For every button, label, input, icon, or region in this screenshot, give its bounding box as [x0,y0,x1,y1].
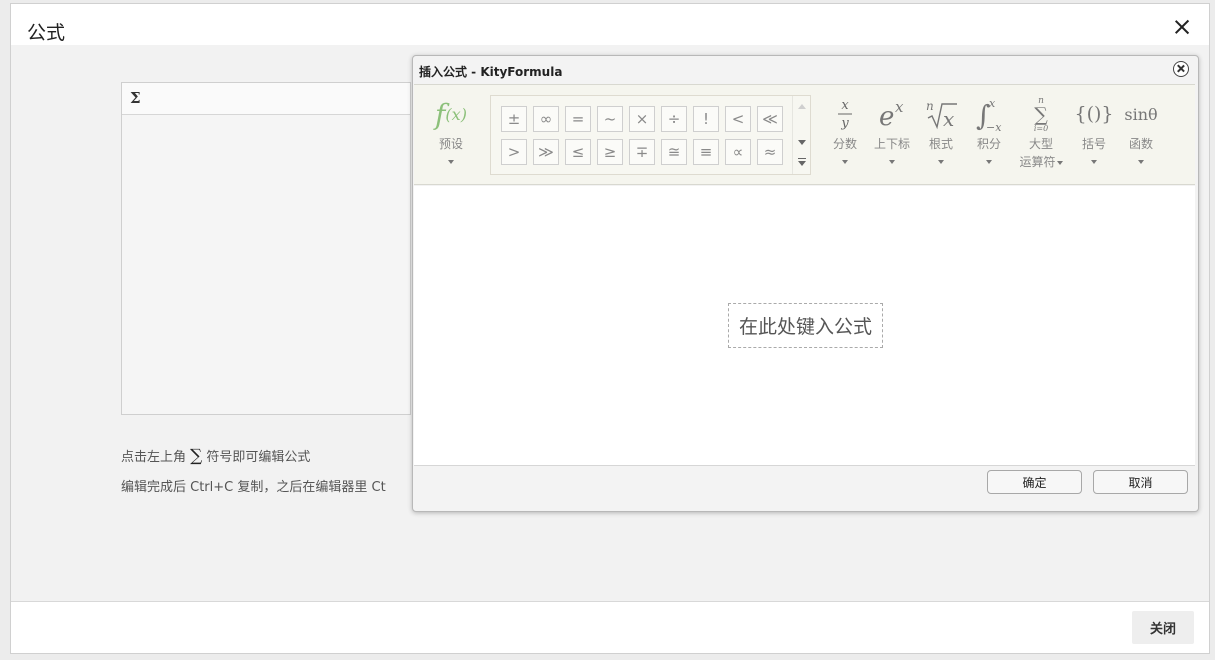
formula-placeholder[interactable]: 在此处键入公式 [728,303,883,348]
svg-text:−x: −x [986,121,1002,133]
chevron-down-icon [889,160,895,164]
popup-titlebar[interactable]: 插入公式 - KityFormula [413,56,1198,84]
scroll-up-icon[interactable] [798,104,806,109]
symbol-panel: ± ∞ = ~ × ÷ ! < ≪ > ≫ ≤ ≥ ∓ ≅ ≡ [490,95,811,175]
sum-icon: n ∑ i=0 [1016,95,1066,133]
symbol-button[interactable]: ! [693,106,719,132]
fraction-icon: x y [825,95,865,133]
dialog-footer: 关闭 [11,601,1209,653]
formula-editor-box[interactable]: Σ [121,82,411,415]
symbol-button[interactable]: ≫ [533,139,559,165]
fraction-tool[interactable]: x y 分数 [825,85,865,185]
symbol-button[interactable]: ~ [597,106,623,132]
bracket-label: 括号 [1074,135,1114,152]
svg-text:i=0: i=0 [1034,124,1048,133]
integral-tool[interactable]: ∫ x −x 积分 [969,85,1009,185]
close-button[interactable]: 关闭 [1132,611,1194,644]
hint-text-before: 点击左上角 [121,450,190,465]
symbol-button[interactable]: ± [501,106,527,132]
hint-line-1: 点击左上角 ∑ 符号即可编辑公式 [121,446,310,466]
svg-text:∑: ∑ [1034,104,1048,126]
large-operator-label-2: 运算符 [1016,153,1066,170]
script-label: 上下标 [870,135,914,152]
svg-text:y: y [840,116,849,131]
function-icon: sinθ [1119,95,1163,133]
symbol-button[interactable]: = [565,106,591,132]
symbol-button[interactable]: ≅ [661,139,687,165]
sigma-button[interactable]: Σ [130,89,141,107]
symbol-button[interactable]: > [501,139,527,165]
dialog-title: 公式 [27,18,65,45]
symbol-row-2: > ≫ ≤ ≥ ∓ ≅ ≡ ∝ ≈ [501,139,789,166]
integral-label: 积分 [969,135,1009,152]
symbol-button[interactable]: ≪ [757,106,783,132]
hint-line-2: 编辑完成后 Ctrl+C 复制，之后在编辑器里 Ct [121,476,386,495]
svg-text:x: x [841,98,849,113]
bracket-icon: {()} [1074,95,1114,133]
hint-text-after: 符号即可编辑公式 [202,450,310,465]
bracket-tool[interactable]: {()} 括号 [1074,85,1114,185]
symbol-button[interactable]: < [725,106,751,132]
chevron-down-icon [1138,160,1144,164]
integral-icon: ∫ x −x [969,95,1009,133]
function-tool[interactable]: sinθ 函数 [1119,85,1163,185]
symbol-row-1: ± ∞ = ~ × ÷ ! < ≪ [501,106,789,133]
preset-tool[interactable]: f(x) 预设 [426,85,476,185]
chevron-down-icon [1057,161,1063,165]
chevron-down-icon [986,160,992,164]
svg-text:n: n [926,99,934,113]
formula-input-area[interactable]: 在此处键入公式 [414,186,1195,466]
radical-tool[interactable]: n x 根式 [921,85,961,185]
ok-button[interactable]: 确定 [987,470,1082,494]
chevron-down-icon [938,160,944,164]
svg-text:x: x [989,97,996,110]
script-tool[interactable]: e x 上下标 [870,85,914,185]
scroll-down-icon[interactable] [798,140,806,145]
symbol-grid: ± ∞ = ~ × ÷ ! < ≪ > ≫ ≤ ≥ ∓ ≅ ≡ [501,106,789,172]
large-operator-label: 大型 [1016,135,1066,152]
radical-label: 根式 [921,135,961,152]
cancel-button[interactable]: 取消 [1093,470,1188,494]
symbol-button[interactable]: ≈ [757,139,783,165]
radical-icon: n x [921,95,961,133]
symbol-button[interactable]: ∓ [629,139,655,165]
chevron-down-icon [1091,160,1097,164]
symbol-button[interactable]: ≡ [693,139,719,165]
large-operator-tool[interactable]: n ∑ i=0 大型 运算符 [1016,85,1066,185]
popup-close-icon[interactable] [1173,61,1189,77]
symbol-button[interactable]: ∞ [533,106,559,132]
expand-icon[interactable] [798,158,806,166]
kityformula-popup: 插入公式 - KityFormula f(x) 预设 ± ∞ = ~ × ÷ !… [412,55,1199,512]
chevron-down-icon [842,160,848,164]
preset-label: 预设 [426,135,476,152]
preset-icon: f(x) [426,95,476,133]
function-label: 函数 [1119,135,1163,152]
svg-text:x: x [895,98,904,116]
formula-toolbar: f(x) 预设 ± ∞ = ~ × ÷ ! < ≪ > [414,84,1195,185]
svg-text:e: e [879,102,894,132]
symbol-button[interactable]: ∝ [725,139,751,165]
symbol-button[interactable]: ÷ [661,106,687,132]
chevron-down-icon [448,160,454,164]
sigma-icon: ∑ [190,446,202,466]
editor-toolbar: Σ [122,83,410,115]
superscript-icon: e x [870,95,914,133]
symbol-button[interactable]: ≤ [565,139,591,165]
close-icon[interactable] [1171,16,1193,38]
dialog-header: 公式 [11,4,1209,45]
svg-text:x: x [943,107,954,131]
fraction-label: 分数 [825,135,865,152]
symbol-scrollbar [792,96,810,174]
symbol-button[interactable]: × [629,106,655,132]
symbol-button[interactable]: ≥ [597,139,623,165]
popup-title: 插入公式 - KityFormula [419,63,562,80]
